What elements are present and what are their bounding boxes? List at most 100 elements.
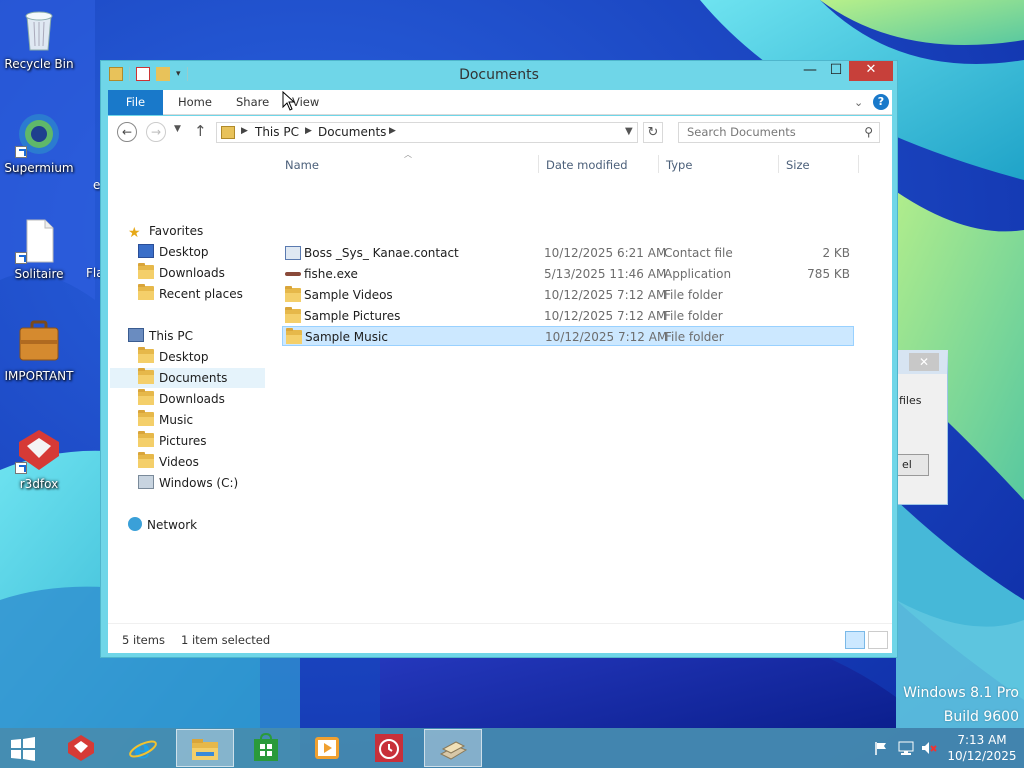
videos-folder-icon: [138, 452, 154, 468]
selection-count: 1 item selected: [181, 633, 271, 647]
archive-tool-icon: [439, 741, 468, 760]
nav-favorites-desktop[interactable]: Desktop: [138, 242, 209, 262]
file-row[interactable]: fishe.exe 5/13/2025 11:46 AM Application…: [282, 264, 854, 284]
desktop-icon: [138, 244, 154, 258]
nav-this-pc-music[interactable]: Music: [138, 410, 193, 430]
back-button[interactable]: ←: [117, 122, 137, 142]
column-divider: [658, 155, 659, 173]
nav-this-pc-videos[interactable]: Videos: [138, 452, 199, 472]
folder-location-icon: [221, 126, 235, 139]
file-row[interactable]: Sample Pictures 10/12/2025 7:12 AM File …: [282, 306, 854, 326]
network-icon: [128, 517, 142, 531]
recycle-bin-icon: [15, 6, 63, 54]
content-area: ★ Favorites Desktop Downloads Recent plac…: [108, 149, 892, 623]
file-list: ︿ Name Date modified Type Size Boss _Sys…: [280, 149, 890, 623]
network-status-icon[interactable]: [898, 740, 914, 756]
title-bar[interactable]: ▾ Documents — ☐ ✕: [101, 61, 897, 89]
star-icon: ★: [128, 225, 141, 241]
forward-button[interactable]: →: [146, 122, 166, 142]
tab-share[interactable]: Share: [236, 90, 269, 115]
internet-explorer-icon: e: [129, 735, 157, 763]
refresh-button[interactable]: ↻: [643, 122, 663, 143]
nav-this-pc-desktop[interactable]: Desktop: [138, 347, 209, 367]
close-button[interactable]: ✕: [849, 61, 893, 81]
taskbar-app-store[interactable]: [238, 729, 296, 767]
desktop-icon-r3dfox[interactable]: r3dfox: [0, 426, 78, 491]
up-button[interactable]: ↑: [194, 122, 207, 140]
file-row-selected[interactable]: Sample Music 10/12/2025 7:12 AM File fol…: [282, 326, 854, 346]
taskbar-app-internet-explorer[interactable]: e: [115, 729, 173, 767]
file-explorer-icon: [192, 739, 218, 760]
breadcrumb-separator-icon[interactable]: ▶: [241, 126, 248, 136]
taskbar-app-r3dfox[interactable]: [53, 729, 111, 767]
documents-folder-icon: [138, 368, 154, 384]
desktop-icon-solitaire[interactable]: Solitaire: [0, 216, 78, 281]
nav-favorites-recent-places[interactable]: Recent places: [138, 284, 243, 304]
taskbar-app-archive-tool[interactable]: [424, 729, 482, 767]
help-icon[interactable]: ?: [873, 94, 889, 110]
desktop-icon-supermium[interactable]: Supermium: [0, 110, 78, 175]
tab-view[interactable]: View: [292, 90, 319, 115]
nav-network[interactable]: Network: [128, 515, 197, 535]
downloads-folder-icon: [138, 263, 154, 279]
breadcrumb-documents[interactable]: Documents: [318, 125, 386, 139]
maximize-button[interactable]: ☐: [823, 61, 849, 81]
shortcut-arrow-icon: [15, 146, 27, 158]
item-count: 5 items: [122, 633, 165, 647]
taskbar-app-file-explorer[interactable]: [176, 729, 234, 767]
desktop-icon-important[interactable]: IMPORTANT: [0, 318, 78, 383]
status-bar: 5 items 1 item selected: [108, 623, 892, 653]
taskbar-clock[interactable]: 7:13 AM 10/12/2025: [944, 732, 1020, 764]
alarm-clock-icon: [375, 734, 403, 762]
desktop-icon-recycle-bin[interactable]: Recycle Bin: [0, 6, 78, 71]
search-input[interactable]: Search Documents ⚲: [678, 122, 880, 143]
tab-file[interactable]: File: [108, 90, 163, 115]
music-folder-icon: [138, 410, 154, 426]
tab-home[interactable]: Home: [178, 90, 212, 115]
os-watermark-edition: Windows 8.1 Pro: [903, 685, 1019, 701]
address-dropdown-icon[interactable]: ▼: [625, 126, 633, 137]
desktop-icon-label: IMPORTANT: [4, 369, 74, 383]
column-header-size[interactable]: Size: [786, 152, 810, 178]
address-bar[interactable]: ▶ This PC ▶ Documents ▶ ▼: [216, 122, 638, 143]
supermium-icon: [15, 110, 63, 158]
action-center-flag-icon[interactable]: [874, 741, 888, 755]
downloads-folder-icon: [138, 389, 154, 405]
navigation-pane: ★ Favorites Desktop Downloads Recent plac…: [108, 149, 270, 623]
large-icons-view-button[interactable]: [868, 631, 888, 649]
breadcrumb-separator-icon[interactable]: ▶: [305, 126, 312, 136]
nav-this-pc-pictures[interactable]: Pictures: [138, 431, 207, 451]
taskbar-app-media-player[interactable]: [299, 729, 357, 767]
volume-muted-icon[interactable]: [921, 740, 937, 756]
nav-favorites[interactable]: ★ Favorites: [128, 221, 203, 241]
taskbar-app-alarms[interactable]: [361, 729, 419, 767]
file-row[interactable]: Sample Videos 10/12/2025 7:12 AM File fo…: [282, 285, 854, 305]
taskbar: e 7:13 AM 10/12/2025: [0, 728, 1024, 768]
nav-favorites-downloads[interactable]: Downloads: [138, 263, 225, 283]
briefcase-icon: [15, 318, 63, 366]
windows-logo-icon: [11, 737, 35, 761]
start-button[interactable]: [9, 737, 37, 761]
column-header-date[interactable]: Date modified: [546, 152, 628, 178]
breadcrumb-this-pc[interactable]: This PC: [255, 125, 299, 139]
nav-this-pc[interactable]: This PC: [128, 326, 193, 346]
minimize-button[interactable]: —: [797, 61, 823, 81]
breadcrumb-separator-icon[interactable]: ▶: [389, 126, 396, 136]
r3dfox-icon: [68, 735, 94, 761]
desktop-icon-label: Solitaire: [14, 267, 64, 281]
nav-this-pc-documents[interactable]: Documents: [110, 368, 265, 388]
search-placeholder: Search Documents: [687, 125, 796, 139]
expand-ribbon-icon[interactable]: ⌄: [854, 96, 863, 109]
store-icon: [254, 733, 278, 761]
column-header-name[interactable]: Name: [285, 152, 319, 178]
nav-this-pc-downloads[interactable]: Downloads: [138, 389, 225, 409]
dialog-text: files: [899, 394, 922, 407]
column-header-type[interactable]: Type: [666, 152, 692, 178]
recent-locations-icon[interactable]: ▼: [174, 124, 181, 134]
nav-this-pc-windows-c[interactable]: Windows (C:): [138, 473, 238, 493]
folder-icon: [286, 328, 302, 344]
mouse-cursor: [282, 91, 296, 111]
dialog-close-button[interactable]: ✕: [909, 353, 939, 371]
file-row[interactable]: Boss _Sys_ Kanae.contact 10/12/2025 6:21…: [282, 243, 854, 263]
details-view-button[interactable]: [845, 631, 865, 649]
